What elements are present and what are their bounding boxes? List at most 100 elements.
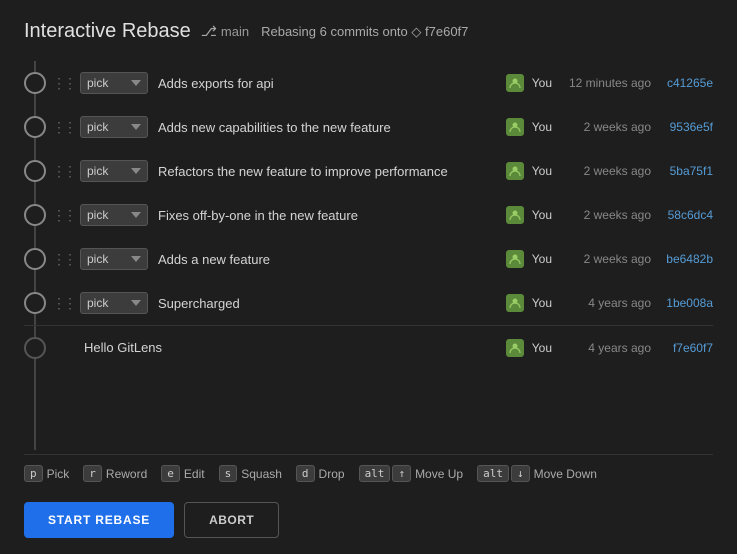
commit-author: You xyxy=(532,120,552,134)
commit-row: ⋮⋮ pickrewordeditsquashfixupdrop Fixes off… xyxy=(24,193,713,237)
commits-container: ⋮⋮ pickrewordeditsquashfixupdrop Adds expo… xyxy=(24,61,713,325)
key-up-arrow: ↑ xyxy=(392,465,411,482)
commit-meta: You 2 weeks ago 9536e5f xyxy=(506,118,713,136)
key-r: r xyxy=(83,465,102,482)
commit-author: You xyxy=(532,252,552,266)
author-avatar xyxy=(506,74,524,92)
base-commit-sha[interactable]: f7e60f7 xyxy=(655,341,713,355)
commit-sha[interactable]: 9536e5f xyxy=(655,120,713,134)
commit-time: 12 minutes ago xyxy=(556,76,651,90)
label-reword: Reword xyxy=(106,467,147,481)
author-avatar xyxy=(506,118,524,136)
node-circle xyxy=(24,72,46,94)
action-select[interactable]: pickrewordeditsquashfixupdrop xyxy=(80,248,148,270)
commit-time: 2 weeks ago xyxy=(556,120,651,134)
shortcut-edit: e Edit xyxy=(161,465,204,482)
label-drop: Drop xyxy=(319,467,345,481)
author-avatar xyxy=(506,294,524,312)
node-circle xyxy=(24,292,46,314)
page-title: Interactive Rebase xyxy=(24,20,191,43)
commit-sha[interactable]: 58c6dc4 xyxy=(655,208,713,222)
drag-handle[interactable]: ⋮⋮ xyxy=(52,251,74,268)
action-select[interactable]: pickrewordeditsquashfixupdrop xyxy=(80,116,148,138)
key-combo-up: alt ↑ xyxy=(359,465,412,482)
commit-author: You xyxy=(532,296,552,310)
commit-row: ⋮⋮ pickrewordeditsquashfixupdrop Refactors… xyxy=(24,149,713,193)
commit-sha[interactable]: 5ba75f1 xyxy=(655,164,713,178)
commit-message: Adds a new feature xyxy=(158,252,498,267)
key-s: s xyxy=(219,465,238,482)
commit-meta: You 4 years ago 1be008a xyxy=(506,294,713,312)
label-move-down: Move Down xyxy=(534,467,597,481)
base-node-circle xyxy=(24,337,46,359)
commit-sha[interactable]: c41265e xyxy=(655,76,713,90)
commit-time: 2 weeks ago xyxy=(556,208,651,222)
key-e: e xyxy=(161,465,180,482)
drag-handle[interactable]: ⋮⋮ xyxy=(52,119,74,136)
node-circle xyxy=(24,160,46,182)
key-alt-up: alt xyxy=(359,465,391,482)
base-author-avatar xyxy=(506,339,524,357)
commit-meta: You 2 weeks ago be6482b xyxy=(506,250,713,268)
shortcut-drop: d Drop xyxy=(296,465,345,482)
shortcuts-bar: p Pick r Reword e Edit s Squash d Drop a… xyxy=(24,454,713,492)
base-commit-author: You xyxy=(532,341,552,355)
base-commit-meta: You 4 years ago f7e60f7 xyxy=(506,339,713,357)
header: Interactive Rebase ⎇ main Rebasing 6 com… xyxy=(24,20,713,43)
commit-message: Supercharged xyxy=(158,296,498,311)
author-avatar xyxy=(506,162,524,180)
base-hash: ◇ f7e60f7 xyxy=(411,24,468,39)
commit-row: ⋮⋮pickrewordeditsquashfixupdropAdds new … xyxy=(24,105,713,149)
abort-button[interactable]: ABORT xyxy=(184,502,279,538)
base-commit-message: Hello GitLens xyxy=(80,340,498,355)
app-container: Interactive Rebase ⎇ main Rebasing 6 com… xyxy=(0,0,737,554)
shortcut-reword: r Reword xyxy=(83,465,147,482)
label-move-up: Move Up xyxy=(415,467,463,481)
author-avatar xyxy=(506,250,524,268)
commit-time: 2 weeks ago xyxy=(556,252,651,266)
author-avatar xyxy=(506,206,524,224)
rebase-info: Rebasing 6 commits onto ◇ f7e60f7 xyxy=(261,24,468,40)
commit-sha[interactable]: 1be008a xyxy=(655,296,713,310)
shortcut-move-down: alt ↓ Move Down xyxy=(477,465,597,482)
node-circle xyxy=(24,204,46,226)
commit-row: ⋮⋮ pickrewordeditsquashfixupdrop Adds a ne… xyxy=(24,237,713,281)
commit-row: ⋮⋮ pickrewordeditsquashfixupdrop Adds expo… xyxy=(24,61,713,105)
label-pick: Pick xyxy=(47,467,70,481)
commit-author: You xyxy=(532,208,552,222)
branch-info: ⎇ main xyxy=(201,23,249,40)
label-edit: Edit xyxy=(184,467,205,481)
key-combo-down: alt ↓ xyxy=(477,465,530,482)
commit-row: ⋮⋮ pickrewordeditsquashfixupdrop Superchar… xyxy=(24,281,713,325)
action-select[interactable]: pickrewordeditsquashfixupdrop xyxy=(80,292,148,314)
commit-message: Adds exports for api xyxy=(158,76,498,91)
drag-handle[interactable]: ⋮⋮ xyxy=(52,295,74,312)
start-rebase-button[interactable]: START REBASE xyxy=(24,502,174,538)
label-squash: Squash xyxy=(241,467,282,481)
action-select[interactable]: pickrewordeditsquashfixupdrop xyxy=(80,160,148,182)
key-alt-down: alt xyxy=(477,465,509,482)
commit-author: You xyxy=(532,76,552,90)
branch-icon: ⎇ xyxy=(201,23,217,40)
shortcut-squash: s Squash xyxy=(219,465,282,482)
commit-sha[interactable]: be6482b xyxy=(655,252,713,266)
shortcut-move-up: alt ↑ Move Up xyxy=(359,465,464,482)
commit-time: 4 years ago xyxy=(556,296,651,310)
key-down-arrow: ↓ xyxy=(511,465,530,482)
commit-meta: You2 weeks ago5ba75f1 xyxy=(506,162,713,180)
commit-meta: You 2 weeks ago 58c6dc4 xyxy=(506,206,713,224)
node-circle xyxy=(24,248,46,270)
drag-handle[interactable]: ⋮⋮ xyxy=(52,163,74,180)
drag-handle[interactable]: ⋮⋮ xyxy=(52,207,74,224)
action-select[interactable]: pickrewordeditsquashfixupdrop xyxy=(80,72,148,94)
commit-author: You xyxy=(532,164,552,178)
branch-name: main xyxy=(221,24,249,39)
base-commit-row: Hello GitLens You 4 years ago f7e60f7 xyxy=(24,325,713,369)
shortcut-pick: p Pick xyxy=(24,465,69,482)
commit-message: Fixes off-by-one in the new feature xyxy=(158,208,498,223)
commit-meta: You 12 minutes ago c41265e xyxy=(506,74,713,92)
base-commit-time: 4 years ago xyxy=(556,341,651,355)
action-select[interactable]: pickrewordeditsquashfixupdrop xyxy=(80,204,148,226)
drag-handle[interactable]: ⋮⋮ xyxy=(52,75,74,92)
commit-message: Refactors the new feature to improve per… xyxy=(158,164,498,179)
